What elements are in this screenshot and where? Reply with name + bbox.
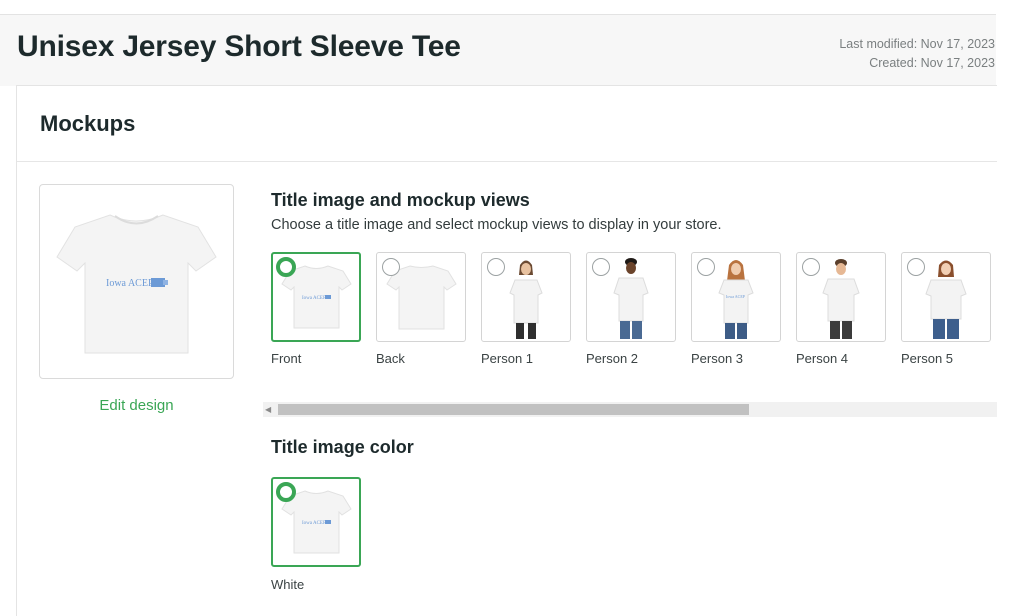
person-3-design-text: Iowa ACEP — [726, 294, 746, 299]
radio-unselected[interactable] — [487, 258, 505, 276]
product-meta: Last modified: Nov 17, 2023 Created: Nov… — [839, 35, 995, 73]
title-image-color-title: Title image color — [271, 437, 414, 457]
radio-selected[interactable] — [276, 257, 296, 277]
white-design-text: Iowa ACEP — [302, 521, 326, 526]
mockup-view-label: Person 4 — [796, 351, 849, 366]
tshirt-preview-image: Iowa ACEP — [56, 214, 217, 354]
radio-unselected[interactable] — [592, 258, 610, 276]
design-preview: Iowa ACEP — [39, 184, 234, 379]
divider — [17, 161, 997, 162]
mockup-view-back[interactable] — [376, 252, 466, 342]
radio-unselected[interactable] — [697, 258, 715, 276]
mockup-view-label: Person 2 — [586, 351, 639, 366]
radio-unselected[interactable] — [907, 258, 925, 276]
front-design-text: Iowa ACEP — [302, 296, 326, 301]
mockup-view-label: Front — [271, 351, 302, 366]
mockup-view-person-3[interactable]: Iowa ACEP — [691, 252, 781, 342]
mockup-views-title: Title image and mockup views — [271, 190, 530, 210]
mockup-view-label: Person 5 — [901, 351, 954, 366]
mockup-view-label: Person 3 — [691, 351, 744, 366]
scroll-left-arrow-icon[interactable]: ◀ — [265, 405, 271, 414]
front-design-mark — [325, 295, 331, 299]
color-option-white[interactable]: Iowa ACEP — [271, 477, 361, 567]
created-text: Created: Nov 17, 2023 — [869, 56, 995, 70]
mockup-view-person-1[interactable] — [481, 252, 571, 342]
preview-design-mark — [151, 278, 165, 287]
radio-selected[interactable] — [276, 482, 296, 502]
white-design-mark — [325, 520, 331, 524]
mockups-card: Mockups Iowa ACEP Edit design Title imag… — [16, 85, 997, 616]
mockup-view-person-5[interactable] — [901, 252, 991, 342]
radio-unselected[interactable] — [382, 258, 400, 276]
mockup-view-label: Back — [376, 351, 405, 366]
mockup-view-person-2[interactable] — [586, 252, 676, 342]
mockup-view-label: Person 1 — [481, 351, 534, 366]
edit-design-link[interactable]: Edit design — [39, 397, 234, 414]
radio-unselected[interactable] — [802, 258, 820, 276]
scrollbar-thumb[interactable] — [278, 404, 749, 415]
mockup-views-scrollbar[interactable]: ◀ — [263, 402, 997, 417]
mockups-title: Mockups — [40, 111, 136, 136]
color-option-label: White — [271, 577, 305, 592]
last-modified-text: Last modified: Nov 17, 2023 — [839, 37, 995, 51]
mockup-views-subtitle: Choose a title image and select mockup v… — [271, 217, 722, 233]
page-title: Unisex Jersey Short Sleeve Tee — [17, 30, 461, 63]
preview-design-text: Iowa ACEP — [106, 278, 154, 289]
mockup-view-front[interactable]: Iowa ACEP — [271, 252, 361, 342]
preview-design-mark-2 — [163, 280, 168, 285]
mockup-view-person-4[interactable] — [796, 252, 886, 342]
